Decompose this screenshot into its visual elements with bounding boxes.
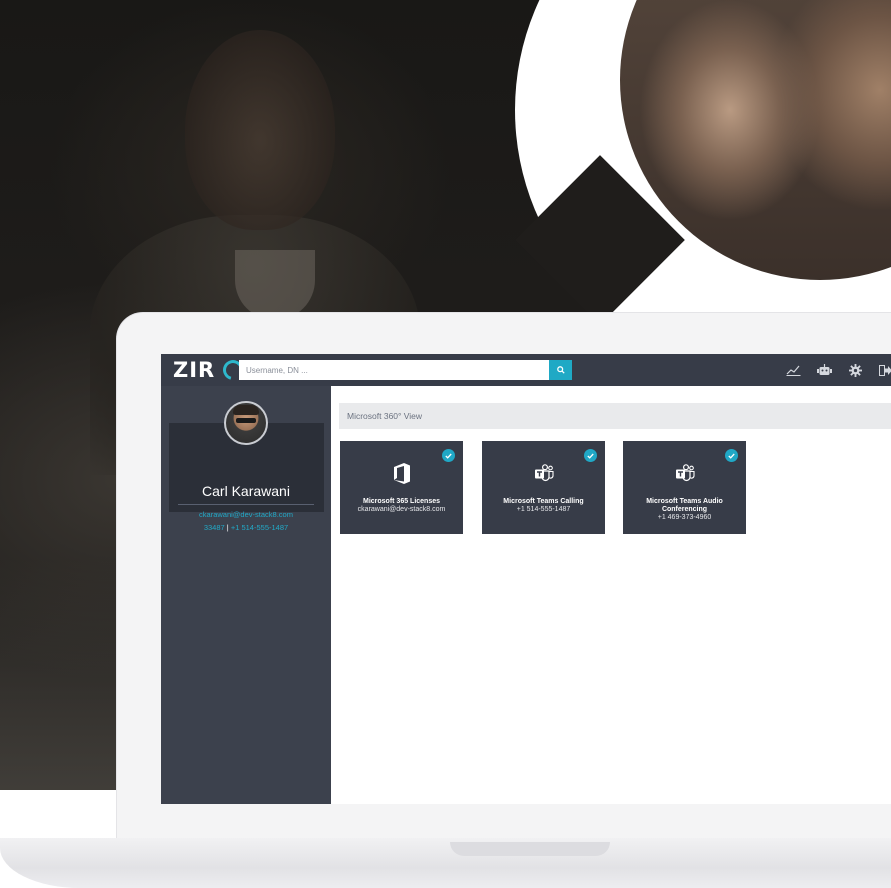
separator: | xyxy=(226,523,229,532)
tile-title-line-1: Microsoft Teams Audio xyxy=(646,498,723,505)
laptop-notch xyxy=(450,842,610,856)
laptop-base xyxy=(0,838,891,888)
tile-title-line-2: Conferencing xyxy=(661,506,708,513)
app-screen: ZIR Username, DN ... Carl Karawani ckara… xyxy=(161,354,891,804)
search-button[interactable] xyxy=(549,360,572,380)
profile-divider xyxy=(178,504,314,505)
tile-microsoft-teams-calling[interactable]: Microsoft Teams Calling +1 514-555-1487 xyxy=(482,441,605,534)
check-icon xyxy=(442,449,455,462)
tile-title: Microsoft 365 Licenses xyxy=(362,498,441,505)
sidebar: Carl Karawani ckarawani@dev-stack8.com 3… xyxy=(161,386,331,804)
check-icon xyxy=(584,449,597,462)
search-icon xyxy=(556,366,565,374)
search-input[interactable] xyxy=(239,360,549,380)
profile-email[interactable]: ckarawani@dev-stack8.com xyxy=(161,510,331,519)
profile-name: Carl Karawani xyxy=(202,483,290,499)
profile-extension[interactable]: 33487 xyxy=(204,523,225,532)
person-head xyxy=(185,30,335,230)
tile-title: Microsoft Teams Calling xyxy=(503,498,584,505)
profile-contact-line: 33487 | +1 514-555-1487 xyxy=(161,523,331,532)
top-navigation-bar: ZIR xyxy=(161,354,891,386)
office-icon xyxy=(340,462,463,484)
tile-microsoft-teams-audio-conferencing[interactable]: Microsoft Teams Audio Conferencing +1 46… xyxy=(623,441,746,534)
tile-microsoft-365-licenses[interactable]: Microsoft 365 Licenses ckarawani@dev-sta… xyxy=(340,441,463,534)
ziro-logo[interactable]: ZIR xyxy=(173,356,247,384)
tile-subtitle: +1 469-373-4960 xyxy=(657,514,712,521)
gear-icon[interactable] xyxy=(847,362,863,378)
profile-phone[interactable]: +1 514-555-1487 xyxy=(231,523,288,532)
teams-icon xyxy=(482,462,605,484)
avatar xyxy=(224,401,268,445)
logout-icon[interactable] xyxy=(877,362,891,378)
tile-subtitle: +1 514-555-1487 xyxy=(516,506,571,513)
view-title-bar: Microsoft 360° View xyxy=(339,403,891,429)
check-icon xyxy=(725,449,738,462)
tile-subtitle: ckarawani@dev-stack8.com xyxy=(357,506,446,513)
teams-icon xyxy=(623,462,746,484)
chart-line-icon[interactable] xyxy=(785,362,801,378)
robot-icon[interactable] xyxy=(816,362,832,378)
